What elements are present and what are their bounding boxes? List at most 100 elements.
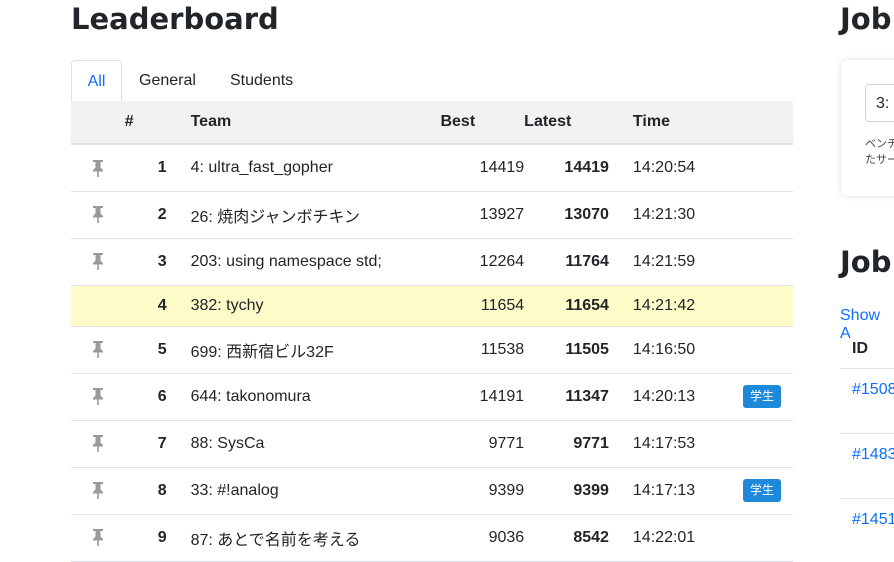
job-id-column-header: ID xyxy=(852,340,868,357)
table-row: 9 87: あとで名前を考える 9036 8542 14:22:01 xyxy=(71,514,793,562)
time-cell: 14:20:54 xyxy=(608,144,742,192)
badge-cell xyxy=(741,285,793,327)
latest-score-cell: 14419 xyxy=(524,144,609,192)
badge-cell xyxy=(741,420,793,468)
best-score-cell: 11538 xyxy=(440,326,525,374)
latest-score-cell: 13070 xyxy=(524,191,609,239)
best-score-cell: 13927 xyxy=(440,191,525,239)
rank-cell: 1 xyxy=(124,144,191,192)
time-cell: 14:21:42 xyxy=(608,285,742,327)
time-cell: 14:20:13 xyxy=(608,373,742,421)
team-cell: 644: takonomura xyxy=(190,373,441,421)
time-cell: 14:16:50 xyxy=(608,326,742,374)
best-score-cell: 14419 xyxy=(440,144,525,192)
team-cell: 33: #!analog xyxy=(190,467,441,515)
table-header-row: # Team Best Latest Time xyxy=(71,101,793,145)
time-cell: 14:17:13 xyxy=(608,467,742,515)
rank-cell: 3 xyxy=(124,238,191,286)
team-cell: 26: 焼肉ジャンボチキン xyxy=(190,191,441,239)
best-score-cell: 9036 xyxy=(440,514,525,562)
enqueue-card: 3: ベンチ たサー xyxy=(841,60,894,196)
pin-icon[interactable] xyxy=(71,373,125,421)
best-score-cell: 12264 xyxy=(440,238,525,286)
enqueue-note: ベンチ たサー xyxy=(865,136,894,168)
badge-cell: 学生 xyxy=(741,373,793,421)
badge-column-header xyxy=(741,101,793,145)
job-table-divider xyxy=(840,368,894,369)
leaderboard-tabs: All General Students xyxy=(71,60,793,103)
rank-column-header: # xyxy=(124,101,191,145)
team-cell: 699: 西新宿ビル32F xyxy=(190,326,441,374)
job-table-divider xyxy=(840,498,894,499)
time-cell: 14:17:53 xyxy=(608,420,742,468)
jobs-title: Job xyxy=(840,2,892,36)
pin-icon[interactable] xyxy=(71,238,125,286)
job-id-link[interactable]: #1483 xyxy=(852,446,894,464)
pin-column-header xyxy=(71,101,125,145)
time-cell: 14:22:01 xyxy=(608,514,742,562)
table-row: 7 88: SysCa 9771 9771 14:17:53 xyxy=(71,420,793,468)
team-cell: 87: あとで名前を考える xyxy=(190,514,441,562)
enqueue-note-line-2: たサー xyxy=(865,154,894,166)
table-row: 5 699: 西新宿ビル32F 11538 11505 14:16:50 xyxy=(71,326,793,374)
latest-column-header: Latest xyxy=(524,101,609,145)
leaderboard-title: Leaderboard xyxy=(71,2,279,36)
show-all-link[interactable]: Show A xyxy=(840,307,894,343)
best-score-cell: 9399 xyxy=(440,467,525,515)
rank-cell: 2 xyxy=(124,191,191,239)
badge-cell xyxy=(741,191,793,239)
time-cell: 14:21:59 xyxy=(608,238,742,286)
pin-icon[interactable] xyxy=(71,420,125,468)
job-id-link[interactable]: #1508 xyxy=(852,381,894,399)
pin-icon[interactable] xyxy=(71,467,125,515)
rank-cell: 6 xyxy=(124,373,191,421)
latest-score-cell: 9399 xyxy=(524,467,609,515)
latest-score-cell: 11347 xyxy=(524,373,609,421)
table-row: 4 382: tychy 11654 11654 14:21:42 xyxy=(71,285,793,327)
rank-cell: 7 xyxy=(124,420,191,468)
rank-cell: 9 xyxy=(124,514,191,562)
table-row: 8 33: #!analog 9399 9399 14:17:13 学生 xyxy=(71,467,793,515)
pin-icon[interactable] xyxy=(71,514,125,562)
job-table-divider xyxy=(840,433,894,434)
tab-students[interactable]: Students xyxy=(230,60,293,101)
student-badge: 学生 xyxy=(742,479,781,502)
best-column-header: Best xyxy=(440,101,525,145)
student-badge: 学生 xyxy=(742,385,781,408)
team-cell: 203: using namespace std; xyxy=(190,238,441,286)
best-score-cell: 9771 xyxy=(440,420,525,468)
rank-cell: 4 xyxy=(124,285,191,327)
pin-icon[interactable] xyxy=(71,285,125,327)
best-score-cell: 14191 xyxy=(440,373,525,421)
best-score-cell: 11654 xyxy=(440,285,525,327)
latest-score-cell: 8542 xyxy=(524,514,609,562)
latest-score-cell: 11654 xyxy=(524,285,609,327)
job-list-title: Job xyxy=(840,245,892,279)
table-row: 6 644: takonomura 14191 11347 14:20:13 学生 xyxy=(71,373,793,421)
time-cell: 14:21:30 xyxy=(608,191,742,239)
badge-cell: 学生 xyxy=(741,467,793,515)
badge-cell xyxy=(741,514,793,562)
tab-general[interactable]: General xyxy=(139,60,196,101)
pin-icon[interactable] xyxy=(71,144,125,192)
table-row: 1 4: ultra_fast_gopher 14419 14419 14:20:54 xyxy=(71,144,793,192)
pin-icon[interactable] xyxy=(71,191,125,239)
leaderboard-table: # Team Best Latest Time 1 4: ultra_fast_g… xyxy=(71,101,793,562)
table-row: 2 26: 焼肉ジャンボチキン 13927 13070 14:21:30 xyxy=(71,191,793,239)
job-id-link[interactable]: #1451 xyxy=(852,511,894,529)
rank-cell: 8 xyxy=(124,467,191,515)
badge-cell xyxy=(741,326,793,374)
time-column-header: Time xyxy=(608,101,742,145)
team-select[interactable]: 3: xyxy=(865,84,894,122)
leaderboard-body: 1 4: ultra_fast_gopher 14419 14419 14:20:54 2… xyxy=(71,144,793,562)
rank-cell: 5 xyxy=(124,326,191,374)
pin-icon[interactable] xyxy=(71,326,125,374)
latest-score-cell: 11764 xyxy=(524,238,609,286)
enqueue-note-line-1: ベンチ xyxy=(865,138,894,150)
tab-all[interactable]: All xyxy=(71,60,122,103)
latest-score-cell: 11505 xyxy=(524,326,609,374)
latest-score-cell: 9771 xyxy=(524,420,609,468)
team-cell: 4: ultra_fast_gopher xyxy=(190,144,441,192)
table-row: 3 203: using namespace std; 12264 11764 14:2… xyxy=(71,238,793,286)
team-cell: 88: SysCa xyxy=(190,420,441,468)
